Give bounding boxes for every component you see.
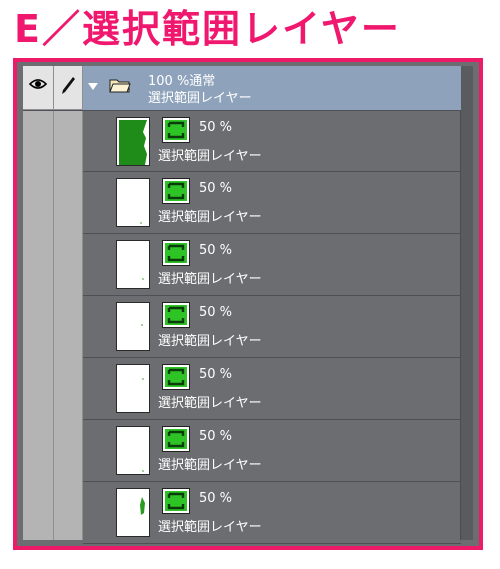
layer-name: 選択範囲レイヤー — [158, 149, 262, 164]
layer-opacity: 50 % — [199, 120, 233, 135]
layer-name: 選択範囲レイヤー — [158, 334, 262, 349]
eye-icon — [29, 79, 47, 89]
layer-list: 50 % 選択範囲レイヤー 50 % 選択範囲レイヤー 50 % 選択範囲レイヤ… — [83, 111, 461, 544]
pen-icon — [62, 77, 75, 94]
layer-opacity: 50 % — [199, 181, 233, 196]
folder-visibility-toggle[interactable] — [23, 66, 53, 110]
layer-thumbnail — [116, 488, 150, 537]
highlight-frame: 100 %通常 選択範囲レイヤー 50 % 選択範囲レイヤー 50 % 選択範囲… — [13, 58, 483, 550]
layer-thumbnail — [116, 240, 150, 289]
selection-layer-icon — [162, 117, 190, 143]
layer-name: 選択範囲レイヤー — [158, 210, 262, 225]
selection-layer-icon — [162, 302, 190, 328]
folder-row[interactable]: 100 %通常 選択範囲レイヤー — [23, 66, 461, 111]
layer-opacity: 50 % — [199, 429, 233, 444]
folder-name: 選択範囲レイヤー — [148, 91, 252, 106]
layer-row[interactable]: 50 % 選択範囲レイヤー — [83, 296, 461, 358]
selection-layer-icon — [162, 488, 190, 514]
selection-layer-icon — [162, 240, 190, 266]
layer-opacity: 50 % — [199, 491, 233, 506]
page-heading: E／選択範囲レイヤー — [14, 7, 401, 51]
layer-opacity: 50 % — [199, 305, 233, 320]
folder-edit-toggle[interactable] — [54, 66, 82, 110]
layer-row[interactable]: 50 % 選択範囲レイヤー — [83, 420, 461, 482]
layer-row[interactable]: 50 % 選択範囲レイヤー — [83, 111, 461, 172]
layer-name: 選択範囲レイヤー — [158, 272, 262, 287]
expand-caret-icon[interactable] — [88, 83, 98, 90]
layer-name: 選択範囲レイヤー — [158, 520, 262, 535]
selection-layer-icon — [162, 426, 190, 452]
layer-name: 選択範囲レイヤー — [158, 396, 262, 411]
layer-opacity: 50 % — [199, 367, 233, 382]
selection-layer-icon — [162, 364, 190, 390]
layer-thumbnail — [116, 364, 150, 413]
layer-thumbnail — [116, 117, 150, 166]
layer-row[interactable]: 50 % 選択範囲レイヤー — [83, 234, 461, 296]
visibility-column — [23, 66, 54, 540]
layer-name: 選択範囲レイヤー — [158, 458, 262, 473]
selection-layer-icon — [162, 178, 190, 204]
layer-thumbnail — [116, 178, 150, 227]
layer-panel: 100 %通常 選択範囲レイヤー 50 % 選択範囲レイヤー 50 % 選択範囲… — [23, 66, 473, 544]
folder-icon — [109, 79, 131, 93]
layer-row[interactable]: 50 % 選択範囲レイヤー — [83, 358, 461, 420]
scrollbar[interactable] — [460, 66, 473, 540]
folder-row-highlight — [83, 66, 461, 110]
lock-column — [54, 66, 83, 540]
layer-row[interactable]: 50 % 選択範囲レイヤー — [83, 172, 461, 234]
layer-row[interactable]: 50 % 選択範囲レイヤー — [83, 482, 461, 544]
layer-thumbnail — [116, 302, 150, 351]
layer-opacity: 50 % — [199, 243, 233, 258]
layer-thumbnail — [116, 426, 150, 475]
